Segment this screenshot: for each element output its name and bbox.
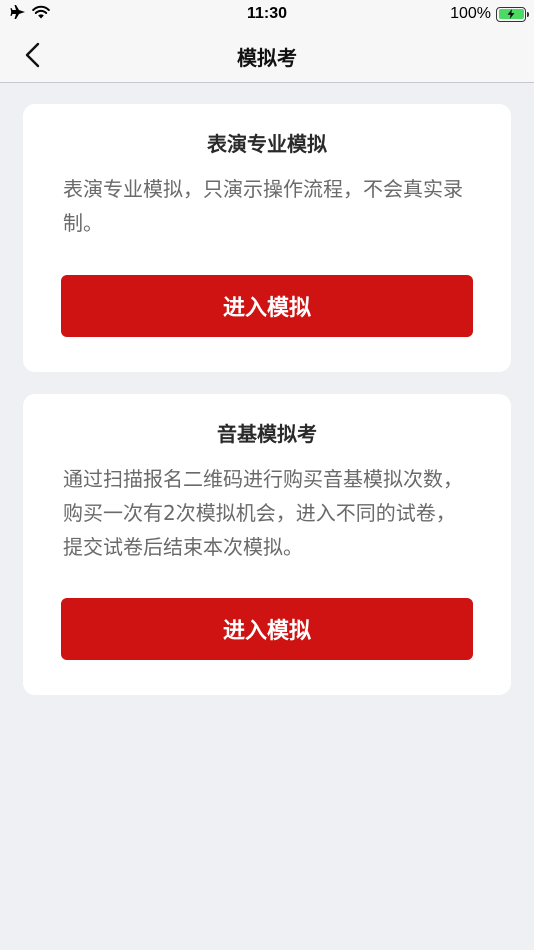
nav-bar: 模拟考 (0, 28, 534, 83)
battery-percent: 100% (450, 5, 491, 22)
card-description: 通过扫描报名二维码进行购买音基模拟次数，购买一次有2次模拟机会，进入不同的试卷，… (63, 467, 463, 559)
status-right: 100% (450, 5, 529, 23)
enter-mock-button[interactable]: 进入模拟 (61, 275, 473, 337)
card-music-basics-mock: 音基模拟考 通过扫描报名二维码进行购买音基模拟次数，购买一次有2次模拟机会，进入… (23, 394, 511, 695)
battery-charging-icon (496, 6, 529, 22)
card-title: 音基模拟考 (217, 422, 317, 446)
enter-mock-button[interactable]: 进入模拟 (61, 598, 473, 660)
card-description: 表演专业模拟，只演示操作流程，不会真实录制。 (63, 177, 463, 235)
card-performance-mock: 表演专业模拟 表演专业模拟，只演示操作流程，不会真实录制。 进入模拟 (23, 104, 511, 372)
page-title: 模拟考 (237, 46, 297, 70)
status-bar: 11:30 100% (0, 0, 534, 28)
card-title: 表演专业模拟 (207, 132, 327, 156)
